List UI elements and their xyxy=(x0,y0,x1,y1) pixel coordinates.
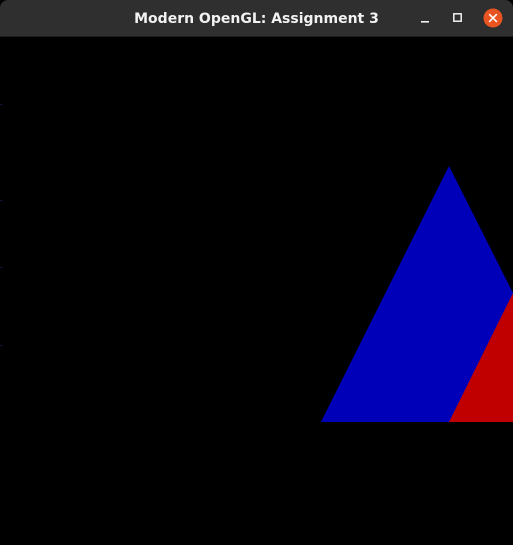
close-icon xyxy=(483,8,503,28)
window-controls xyxy=(403,0,513,37)
render-canvas xyxy=(321,166,513,422)
opengl-viewport[interactable] xyxy=(0,37,513,545)
title-bar[interactable]: Modern OpenGL: Assignment 3 xyxy=(0,0,513,37)
maximize-button[interactable] xyxy=(448,8,468,28)
minimize-button[interactable] xyxy=(415,8,435,28)
minimize-icon xyxy=(421,21,429,23)
close-button[interactable] xyxy=(483,8,503,28)
maximize-icon xyxy=(453,13,462,22)
app-window: Modern OpenGL: Assignment 3 xyxy=(0,0,513,545)
